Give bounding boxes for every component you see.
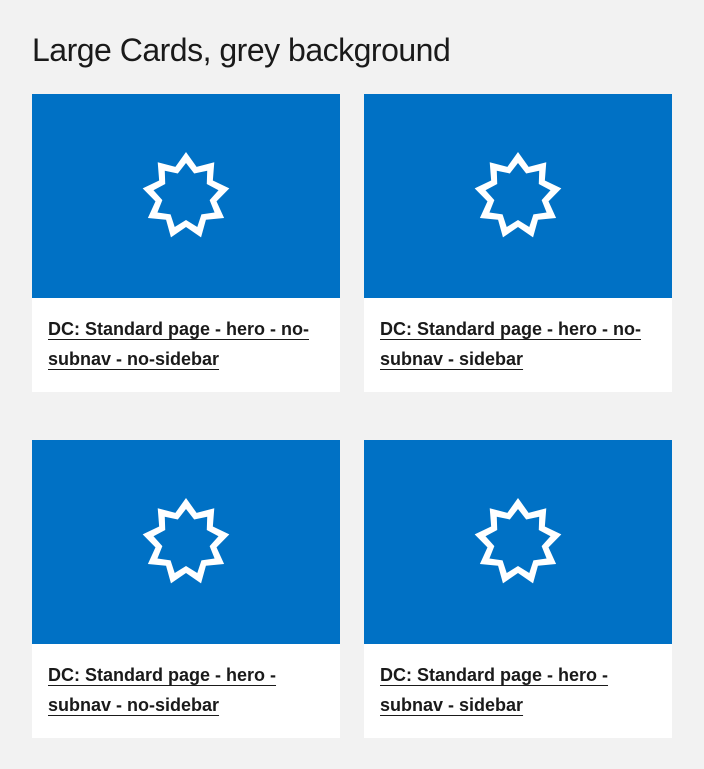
card-body: DC: Standard page - hero - no-subnav - n… bbox=[32, 298, 340, 392]
card[interactable]: DC: Standard page - hero - subnav - side… bbox=[364, 440, 672, 738]
card-image bbox=[364, 94, 672, 298]
section-title: Large Cards, grey background bbox=[32, 32, 451, 68]
card[interactable]: DC: Standard page - hero - no-subnav - s… bbox=[364, 94, 672, 392]
card-body: DC: Standard page - hero - no-subnav - s… bbox=[364, 298, 672, 392]
card-image bbox=[32, 440, 340, 644]
nine-point-star-icon bbox=[474, 152, 562, 238]
nine-point-star-icon bbox=[142, 498, 230, 584]
card-body: DC: Standard page - hero - subnav - no-s… bbox=[32, 644, 340, 738]
card-title-link[interactable]: DC: Standard page - hero - subnav - side… bbox=[380, 665, 608, 715]
card[interactable]: DC: Standard page - hero - subnav - no-s… bbox=[32, 440, 340, 738]
card-grid: DC: Standard page - hero - no-subnav - n… bbox=[32, 94, 672, 738]
nine-point-star-icon bbox=[474, 498, 562, 584]
card-title-link[interactable]: DC: Standard page - hero - no-subnav - n… bbox=[48, 319, 309, 369]
card[interactable]: DC: Standard page - hero - no-subnav - n… bbox=[32, 94, 340, 392]
card-image bbox=[32, 94, 340, 298]
card-body: DC: Standard page - hero - subnav - side… bbox=[364, 644, 672, 738]
card-image bbox=[364, 440, 672, 644]
card-title-link[interactable]: DC: Standard page - hero - subnav - no-s… bbox=[48, 665, 276, 715]
card-title-link[interactable]: DC: Standard page - hero - no-subnav - s… bbox=[380, 319, 641, 369]
nine-point-star-icon bbox=[142, 152, 230, 238]
